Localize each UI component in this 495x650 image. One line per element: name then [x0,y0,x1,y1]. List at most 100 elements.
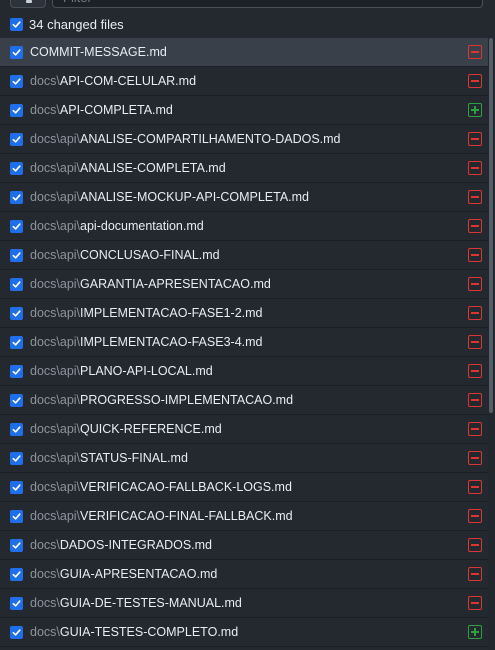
file-directory: docs\api\ [30,219,81,233]
file-row[interactable]: docs\api\ IMPLEMENTACAO-FASE3-4.md [0,328,488,357]
file-row[interactable]: docs\ API-COM-CELULAR.md [0,67,488,96]
sort-button[interactable] [10,0,46,8]
file-row[interactable]: docs\api\ GARANTIA-APRESENTACAO.md [0,270,488,299]
select-all-row[interactable]: 34 changed files [0,10,495,38]
file-deleted-icon [468,74,482,88]
file-checkbox[interactable] [10,596,23,610]
file-directory: docs\api\ [30,132,81,146]
file-row[interactable]: docs\api\ PROGRESSO-IMPLEMENTACAO.md [0,386,488,415]
file-checkbox[interactable] [10,480,23,494]
file-name: COMMIT-MESSAGE.md [30,45,167,59]
changes-panel: 34 changed files COMMIT-MESSAGE.md docs\… [0,0,495,650]
file-checkbox[interactable] [10,567,23,581]
file-name: STATUS-FINAL.md [80,451,188,465]
scrollbar[interactable] [488,38,495,650]
file-path: docs\api\ GARANTIA-APRESENTACAO.md [30,277,271,291]
file-row[interactable]: docs\api\ IMPLEMENTACAO-FASE1-2.md [0,299,488,328]
file-name: PROGRESSO-IMPLEMENTACAO.md [80,393,294,407]
checkmark-icon [12,367,21,375]
file-checkbox[interactable] [10,509,23,523]
checkmark-icon [12,599,21,607]
file-row[interactable]: docs\api\ STATUS-FINAL.md [0,444,488,473]
file-directory: docs\api\ [30,480,81,494]
file-checkbox[interactable] [10,219,23,233]
file-name: GARANTIA-APRESENTACAO.md [80,277,271,291]
file-deleted-icon [468,132,482,146]
file-deleted-icon [468,567,482,581]
file-directory: docs\api\ [30,451,81,465]
file-row[interactable]: docs\api\ api-documentation.md [0,212,488,241]
checkmark-icon [12,454,21,462]
file-checkbox[interactable] [10,161,23,175]
file-row[interactable]: docs\ GUIA-TESTES-COMPLETO.md [0,618,488,647]
checkmark-icon [12,425,21,433]
file-deleted-icon [468,335,482,349]
filter-input[interactable] [52,0,483,8]
file-row[interactable]: docs\api\ QUICK-REFERENCE.md [0,415,488,444]
file-row[interactable]: docs\api\ ANALISE-MOCKUP-API-COMPLETA.md [0,183,488,212]
file-row[interactable]: docs\api\ VERIFICACAO-FINAL-FALLBACK.md [0,502,488,531]
file-path: docs\ GUIA-APRESENTACAO.md [30,567,217,581]
file-checkbox[interactable] [10,277,23,291]
file-path: docs\api\ STATUS-FINAL.md [30,451,188,465]
file-name: GUIA-DE-TESTES-MANUAL.md [59,596,242,610]
file-directory: docs\api\ [30,248,81,262]
file-name: DADOS-INTEGRADOS.md [59,538,212,552]
file-row[interactable]: docs\api\ PLANO-API-LOCAL.md [0,357,488,386]
file-path: docs\api\ ANALISE-MOCKUP-API-COMPLETA.md [30,190,309,204]
file-row[interactable]: COMMIT-MESSAGE.md [0,38,488,67]
file-row[interactable]: docs\ API-COMPLETA.md [0,96,488,125]
file-checkbox[interactable] [10,248,23,262]
file-directory: docs\api\ [30,161,81,175]
file-checkbox[interactable] [10,103,23,117]
file-directory: docs\ [30,596,60,610]
file-checkbox[interactable] [10,364,23,378]
file-checkbox[interactable] [10,306,23,320]
file-row[interactable]: docs\api\ CONCLUSAO-FINAL.md [0,241,488,270]
file-path: docs\api\ ANALISE-COMPLETA.md [30,161,226,175]
checkmark-icon [12,77,21,85]
sort-icon [26,0,32,3]
file-row[interactable]: docs\ GUIA-DE-TESTES-MANUAL.md [0,589,488,618]
file-path: docs\api\ CONCLUSAO-FINAL.md [30,248,220,262]
file-name: IMPLEMENTACAO-FASE3-4.md [80,335,263,349]
file-row[interactable]: docs\api\ ANALISE-COMPARTILHAMENTO-DADOS… [0,125,488,154]
file-checkbox[interactable] [10,335,23,349]
file-directory: docs\api\ [30,509,81,523]
checkmark-icon [12,135,21,143]
file-name: IMPLEMENTACAO-FASE1-2.md [80,306,263,320]
checkmark-icon [12,222,21,230]
file-row[interactable]: docs\ GUIA-APRESENTACAO.md [0,560,488,589]
file-deleted-icon [468,393,482,407]
file-name: API-COMPLETA.md [59,103,173,117]
file-checkbox[interactable] [10,190,23,204]
file-checkbox[interactable] [10,625,23,639]
checkmark-icon [12,309,21,317]
file-path: docs\ DADOS-INTEGRADOS.md [30,538,212,552]
file-row[interactable]: docs\api\ VERIFICACAO-FALLBACK-LOGS.md [0,473,488,502]
select-all-checkbox[interactable] [10,17,23,31]
file-path: docs\ API-COMPLETA.md [30,103,173,117]
file-checkbox[interactable] [10,132,23,146]
scrollbar-thumb[interactable] [489,38,493,413]
file-path: docs\api\ IMPLEMENTACAO-FASE3-4.md [30,335,262,349]
file-deleted-icon [468,277,482,291]
file-row[interactable]: docs\api\ ANALISE-COMPLETA.md [0,154,488,183]
file-row[interactable]: docs\ DADOS-INTEGRADOS.md [0,531,488,560]
file-checkbox[interactable] [10,393,23,407]
file-checkbox[interactable] [10,45,23,59]
file-path: docs\api\ QUICK-REFERENCE.md [30,422,222,436]
file-checkbox[interactable] [10,538,23,552]
file-directory: docs\ [30,567,60,581]
file-directory: docs\api\ [30,422,81,436]
file-name: QUICK-REFERENCE.md [80,422,222,436]
file-path: COMMIT-MESSAGE.md [30,45,167,59]
file-path: docs\api\ VERIFICACAO-FINAL-FALLBACK.md [30,509,293,523]
file-name: API-COM-CELULAR.md [59,74,197,88]
file-name: api-documentation.md [80,219,204,233]
file-checkbox[interactable] [10,422,23,436]
file-checkbox[interactable] [10,451,23,465]
file-checkbox[interactable] [10,74,23,88]
file-deleted-icon [468,45,482,59]
filter-bar [0,0,495,10]
